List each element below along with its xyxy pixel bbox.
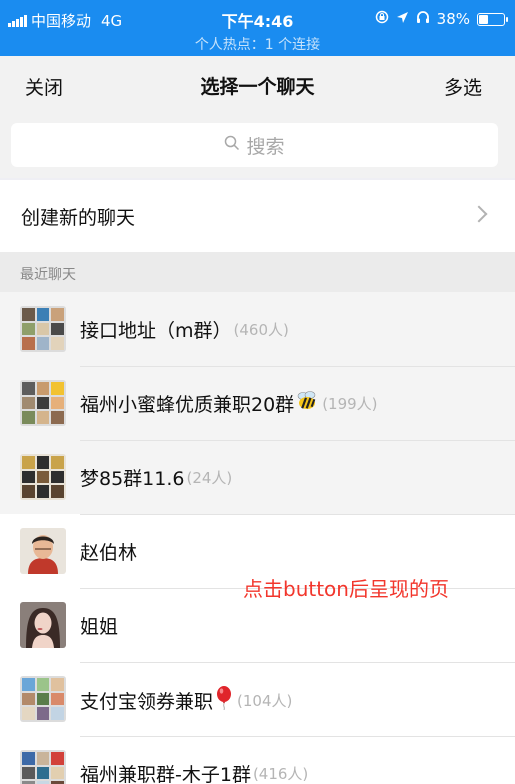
search-area: 搜索 <box>0 114 515 178</box>
group-avatar <box>20 306 66 352</box>
member-count: (199人) <box>322 395 378 413</box>
chat-name: 接口地址（m群） <box>80 320 232 342</box>
search-placeholder: 搜索 <box>246 135 285 158</box>
member-count: (24人) <box>186 469 233 487</box>
list-item[interactable]: 接口地址（m群） (460人) <box>0 292 515 366</box>
chat-name: 福州小蜜蜂优质兼职20群 <box>80 394 295 416</box>
chat-name: 姐姐 <box>80 616 119 638</box>
create-new-chat-row[interactable]: 创建新的聊天 <box>0 180 515 252</box>
group-avatar <box>20 750 66 784</box>
chat-name: 支付宝领券兼职 <box>80 691 214 713</box>
member-count: (104人) <box>237 692 293 710</box>
search-input[interactable]: 搜索 <box>11 123 498 167</box>
headphones-icon <box>416 10 430 28</box>
hotspot-banner[interactable]: 个人热点：1 个连接 <box>0 34 515 54</box>
orientation-lock-icon <box>375 10 389 28</box>
list-item[interactable]: 福州兼职群-木子1群 (416人) <box>0 736 515 784</box>
member-count: (460人) <box>233 321 289 339</box>
list-item[interactable]: 支付宝领券兼职 (104人) <box>0 662 515 736</box>
battery-icon <box>477 12 508 26</box>
chat-name: 赵伯林 <box>80 542 138 564</box>
section-title: 最近聊天 <box>20 267 76 283</box>
battery-level <box>479 14 488 24</box>
multi-select-button[interactable]: 多选 <box>444 73 482 100</box>
member-count: (416人) <box>252 765 309 783</box>
status-bar: 中国移动 4G 下午4:46 个人热点：1 个连接 38% <box>0 0 515 56</box>
annotation-text: 点击button后呈现的页 <box>243 577 449 601</box>
chat-name: 梦85群11.6 <box>80 468 185 490</box>
recent-chats-list: 接口地址（m群） (460人) 福州小蜜蜂优质兼职20群 (199人) 梦85群… <box>0 292 515 784</box>
group-avatar <box>20 380 66 426</box>
page-title: 选择一个聊天 <box>200 76 315 98</box>
search-icon <box>224 134 240 156</box>
location-icon <box>396 10 409 28</box>
balloon-icon <box>215 686 233 715</box>
create-new-chat-label: 创建新的聊天 <box>21 207 136 229</box>
navigation-bar: 关闭 选择一个聊天 多选 <box>0 56 515 114</box>
chat-name: 福州兼职群-木子1群 <box>80 764 251 784</box>
status-right: 38% <box>375 10 508 28</box>
contact-avatar <box>20 528 66 574</box>
battery-percent: 38% <box>436 10 470 28</box>
group-avatar <box>20 454 66 500</box>
chevron-right-icon <box>470 205 488 223</box>
contact-avatar <box>20 602 66 648</box>
list-item[interactable]: 梦85群11.6 (24人) <box>0 440 515 514</box>
bee-icon <box>296 391 318 416</box>
group-avatar <box>20 676 66 722</box>
recent-chats-header: 最近聊天 <box>0 252 515 292</box>
list-item[interactable]: 福州小蜜蜂优质兼职20群 (199人) <box>0 366 515 440</box>
